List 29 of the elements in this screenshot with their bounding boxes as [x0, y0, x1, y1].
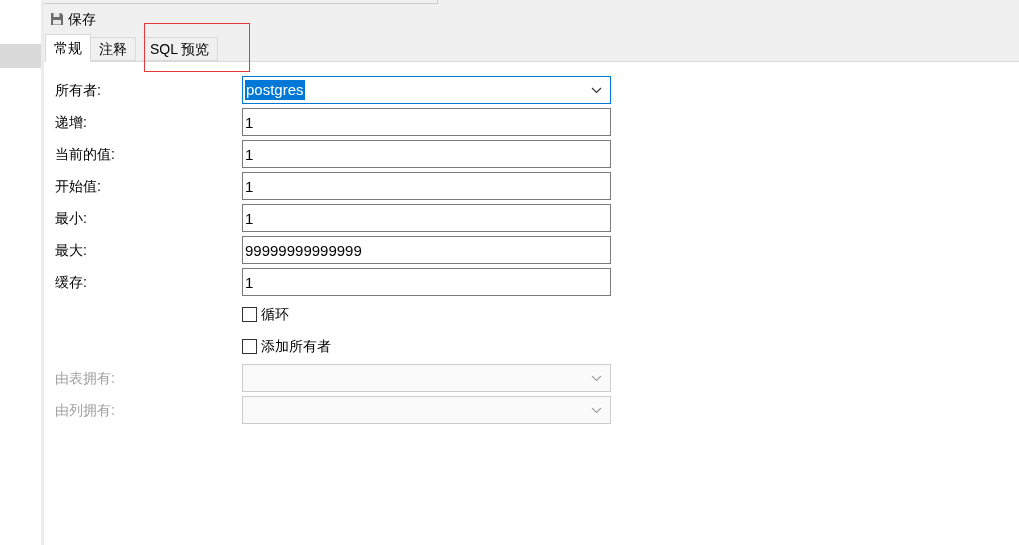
field-label: 所有者: [55, 80, 102, 100]
checkbox[interactable] [242, 338, 257, 354]
save-icon [50, 12, 64, 26]
dropdown-field[interactable]: postgres [242, 76, 611, 104]
field-label: 缓存: [55, 272, 88, 292]
input-field[interactable]: 99999999999999 [242, 236, 611, 264]
field-label: 当前的值: [55, 144, 116, 164]
save-button[interactable]: 保存 [44, 4, 96, 34]
tab[interactable]: SQL 预览 [142, 37, 219, 61]
chevron-down-icon [591, 406, 602, 414]
field-label: 由列拥有: [55, 400, 116, 420]
checkbox-label: 循环 [261, 304, 289, 324]
input-field[interactable]: 1 [242, 140, 611, 168]
checkbox[interactable] [242, 306, 257, 322]
field-label: 最小: [55, 208, 88, 228]
tab[interactable]: 注释 [91, 37, 136, 61]
input-field[interactable]: 1 [242, 172, 611, 200]
input-field[interactable]: 1 [242, 108, 611, 136]
chevron-down-icon [591, 374, 602, 382]
tab[interactable]: 常规 [45, 34, 91, 62]
input-field[interactable]: 1 [242, 204, 611, 232]
field-label: 开始值: [55, 176, 102, 196]
checkbox-label: 添加所有者 [261, 336, 331, 356]
field-label: 递增: [55, 112, 88, 132]
chevron-down-icon [591, 86, 602, 94]
input-field[interactable]: 1 [242, 268, 611, 296]
field-label: 最大: [55, 240, 88, 260]
field-label: 由表拥有: [55, 368, 116, 388]
sidebar-selection [0, 44, 41, 68]
